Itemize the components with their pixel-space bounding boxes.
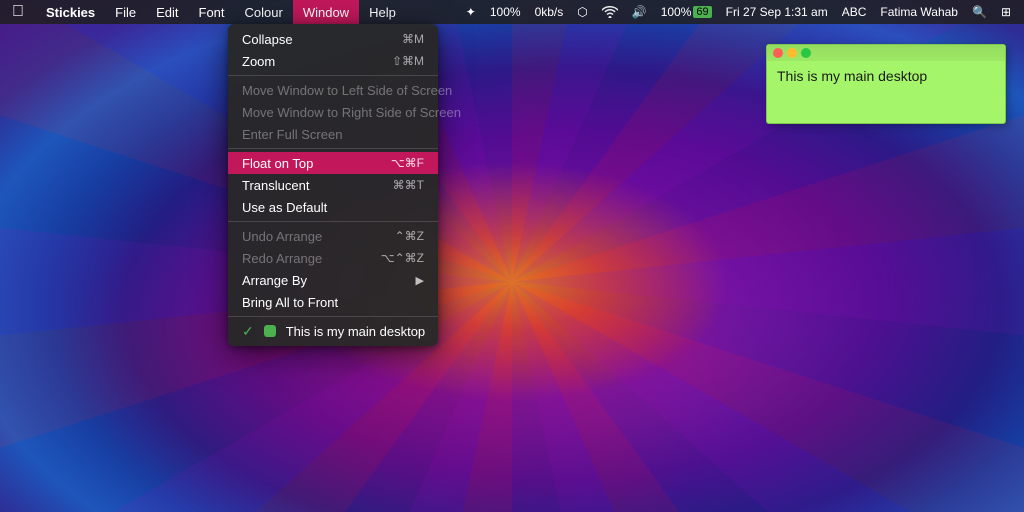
battery-label: 69 — [693, 6, 711, 18]
menu-arrange-by[interactable]: Arrange By ▶ — [228, 269, 438, 291]
separator-3 — [228, 221, 438, 222]
keyboard-layout: ABC — [837, 0, 872, 24]
menu-bring-all-front[interactable]: Bring All to Front — [228, 291, 438, 313]
battery-indicator: 100% 69 — [656, 0, 717, 24]
menu-main-desktop[interactable]: ✓ This is my main desktop — [228, 320, 438, 342]
window-menu-dropdown: Collapse ⌘M Zoom ⇧⌘M Move Window to Left… — [228, 24, 438, 346]
sticky-note[interactable]: This is my main desktop — [766, 44, 1006, 124]
menu-use-as-default[interactable]: Use as Default — [228, 196, 438, 218]
separator-1 — [228, 75, 438, 76]
menu-redo-arrange-shortcut: ⌥⌃⌘Z — [381, 251, 424, 265]
battery-percent: 100% — [661, 5, 692, 19]
app-name[interactable]: Stickies — [36, 0, 105, 24]
menu-undo-arrange-label: Undo Arrange — [242, 229, 395, 244]
close-button[interactable] — [773, 48, 783, 58]
network-speed: 0kb/s — [530, 0, 569, 24]
menu-zoom-label: Zoom — [242, 54, 392, 69]
maximize-button[interactable] — [801, 48, 811, 58]
brightness-icon: ✦ — [461, 0, 481, 24]
user-name: Fatima Wahab — [875, 0, 963, 24]
menubar-left:  Stickies File Edit Font Colour Window … — [0, 0, 406, 24]
menu-undo-arrange-shortcut: ⌃⌘Z — [395, 229, 424, 243]
menu-move-right-label: Move Window to Right Side of Screen — [242, 105, 461, 120]
menu-edit[interactable]: Edit — [146, 0, 188, 24]
menu-translucent-shortcut: ⌘⌘T — [393, 178, 424, 192]
menu-window[interactable]: Window — [293, 0, 359, 24]
menu-move-left-label: Move Window to Left Side of Screen — [242, 83, 452, 98]
menu-fullscreen-label: Enter Full Screen — [242, 127, 424, 142]
separator-2 — [228, 148, 438, 149]
menubar-right: ✦ 100% 0kb/s ⬡ 🔊 100% 69 Fri 27 Sep 1:31… — [461, 0, 1024, 24]
menu-float-on-top[interactable]: Float on Top ⌥⌘F — [228, 152, 438, 174]
menu-collapse[interactable]: Collapse ⌘M — [228, 28, 438, 50]
menu-bring-all-front-label: Bring All to Front — [242, 295, 424, 310]
menu-use-as-default-label: Use as Default — [242, 200, 424, 215]
menu-arrange-by-label: Arrange By — [242, 273, 416, 288]
menubar:  Stickies File Edit Font Colour Window … — [0, 0, 1024, 24]
menu-zoom-shortcut: ⇧⌘M — [392, 54, 424, 68]
sticky-titlebar — [767, 45, 1005, 61]
brightness-percent: 100% — [485, 0, 526, 24]
menu-file[interactable]: File — [105, 0, 146, 24]
menu-undo-arrange: Undo Arrange ⌃⌘Z — [228, 225, 438, 247]
menu-redo-arrange: Redo Arrange ⌥⌃⌘Z — [228, 247, 438, 269]
menu-main-desktop-left: ✓ This is my main desktop — [242, 323, 425, 340]
menu-translucent[interactable]: Translucent ⌘⌘T — [228, 174, 438, 196]
menu-fullscreen: Enter Full Screen — [228, 123, 438, 145]
menu-main-desktop-label: This is my main desktop — [286, 324, 425, 339]
sticky-content: This is my main desktop — [777, 67, 995, 87]
menu-redo-arrange-label: Redo Arrange — [242, 251, 381, 266]
menu-float-on-top-label: Float on Top — [242, 156, 391, 171]
menu-move-left: Move Window to Left Side of Screen — [228, 79, 438, 101]
menu-move-right: Move Window to Right Side of Screen — [228, 101, 438, 123]
menu-collapse-shortcut: ⌘M — [402, 32, 424, 46]
menu-font[interactable]: Font — [189, 0, 235, 24]
search-button[interactable]: 🔍 — [967, 0, 992, 24]
checkmark-icon: ✓ — [242, 323, 254, 340]
sticky-text: This is my main desktop — [777, 68, 927, 84]
menu-help[interactable]: Help — [359, 0, 406, 24]
datetime: Fri 27 Sep 1:31 am — [721, 0, 833, 24]
bluetooth-icon: ⬡ — [572, 0, 592, 24]
minimize-button[interactable] — [787, 48, 797, 58]
menu-float-on-top-shortcut: ⌥⌘F — [391, 156, 424, 170]
submenu-arrow-icon: ▶ — [416, 274, 424, 287]
speaker-icon: 🔊 — [627, 0, 652, 24]
sticky-color-dot — [264, 325, 276, 337]
apple-menu[interactable]:  — [0, 0, 36, 24]
menu-colour[interactable]: Colour — [235, 0, 293, 24]
control-center-button[interactable]: ⊞ — [996, 0, 1016, 24]
wifi-icon — [597, 0, 623, 24]
menu-collapse-label: Collapse — [242, 32, 402, 47]
menu-zoom[interactable]: Zoom ⇧⌘M — [228, 50, 438, 72]
menu-translucent-label: Translucent — [242, 178, 393, 193]
separator-4 — [228, 316, 438, 317]
